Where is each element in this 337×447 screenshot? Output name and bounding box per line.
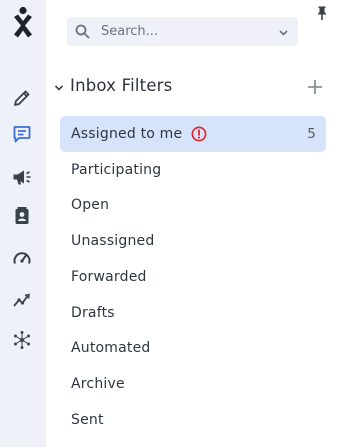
inbox-filters-section: Inbox Filters: [53, 75, 325, 101]
filter-label: Participating: [71, 161, 162, 178]
dashboard-icon[interactable]: [11, 248, 33, 270]
left-nav-rail: [0, 0, 46, 447]
integrations-icon[interactable]: [11, 329, 33, 351]
filter-item-drafts[interactable]: Drafts: [60, 295, 326, 331]
filter-item-assigned-to-me[interactable]: Assigned to me 5: [60, 116, 326, 152]
filter-label: Drafts: [71, 304, 115, 321]
contacts-icon[interactable]: [11, 205, 33, 227]
filter-count: 5: [307, 125, 316, 142]
filter-item-sent[interactable]: Sent: [60, 402, 326, 438]
app-logo[interactable]: [10, 6, 36, 40]
filter-label: Open: [71, 197, 110, 214]
alert-icon: [191, 126, 207, 142]
filter-label: Forwarded: [71, 268, 147, 285]
search-box[interactable]: [67, 17, 298, 46]
filter-item-unassigned[interactable]: Unassigned: [60, 223, 326, 259]
section-title: Inbox Filters: [70, 76, 173, 95]
filter-item-archive[interactable]: Archive: [60, 366, 326, 402]
filter-label: Sent: [71, 411, 104, 428]
collapse-chevron-icon[interactable]: [53, 82, 65, 94]
filter-label: Unassigned: [71, 233, 155, 250]
add-filter-icon[interactable]: [305, 77, 325, 97]
filter-label: Assigned to me: [71, 125, 183, 142]
filter-item-forwarded[interactable]: Forwarded: [60, 259, 326, 295]
filter-label: Automated: [71, 340, 151, 357]
campaigns-icon[interactable]: [11, 166, 33, 188]
analytics-icon[interactable]: [11, 289, 33, 311]
search-input[interactable]: [101, 21, 261, 42]
conversations-icon[interactable]: [11, 123, 33, 145]
filter-item-automated[interactable]: Automated: [60, 331, 326, 367]
search-icon: [75, 24, 90, 39]
chevron-down-icon[interactable]: [278, 27, 289, 38]
filter-list: Assigned to me 5 Participating Open Unas…: [60, 116, 326, 438]
pin-icon[interactable]: [314, 5, 330, 21]
filter-item-participating[interactable]: Participating: [60, 152, 326, 188]
filter-label: Archive: [71, 376, 125, 393]
compose-icon[interactable]: [11, 87, 33, 109]
filter-item-open[interactable]: Open: [60, 188, 326, 224]
